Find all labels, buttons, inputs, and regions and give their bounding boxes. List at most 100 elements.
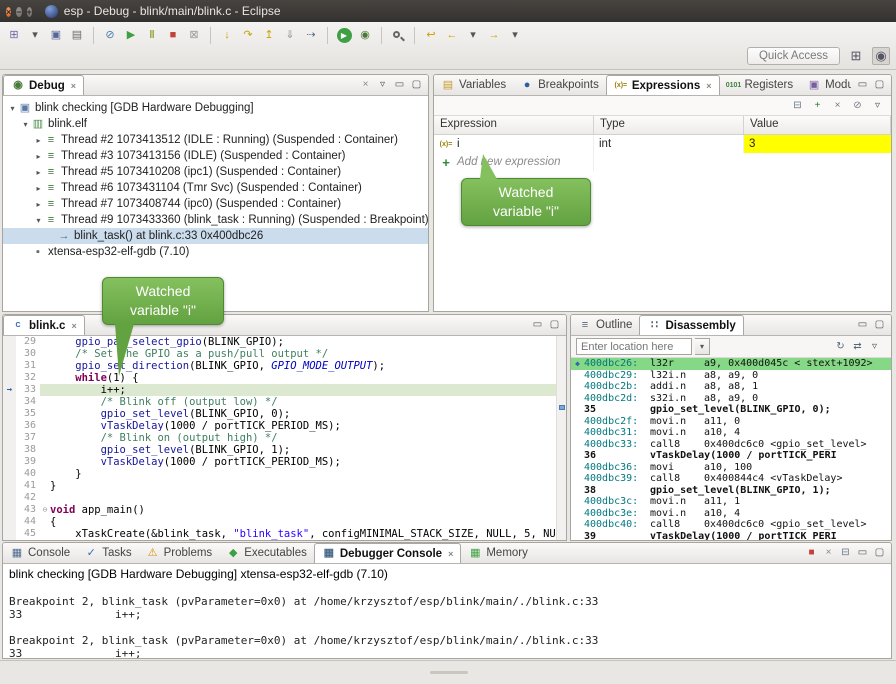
code-line[interactable]: 42 [3,492,556,504]
window-close-button[interactable]: × [6,7,11,17]
debug-tree-item[interactable]: ▸≡Thread #7 1073408744 (ipc0) (Suspended… [3,196,428,212]
disassembly-line[interactable]: 400dbc3e:movi.na10, 4 [571,508,891,520]
window-maximize-button[interactable]: + [27,7,32,17]
code-line[interactable]: 31 gpio_set_direction(BLINK_GPIO, GPIO_M… [3,360,556,372]
expression-row[interactable]: (x)=iint3 [434,135,891,153]
collapse-all-icon[interactable]: ⊟ [791,101,804,111]
minimize-icon[interactable]: ▭ [856,80,869,90]
minimize-icon[interactable]: ▭ [856,548,869,558]
debug-tree-item[interactable]: ▾▣blink checking [GDB Hardware Debugging… [3,100,428,116]
location-input[interactable] [576,338,692,355]
forward-dropdown-button[interactable]: ▾ [505,25,525,46]
quick-access-button[interactable]: Quick Access [747,47,840,65]
open-perspective-icon[interactable]: ⊞ [847,48,865,64]
last-edit-location-button[interactable]: ↩ [421,25,441,46]
disassembly-line[interactable]: 35gpio_set_level(BLINK_GPIO, 0); [571,404,891,416]
code-line[interactable]: 41} [3,480,556,492]
resume-button[interactable]: ▶ [121,25,141,46]
maximize-icon[interactable]: ▢ [548,320,561,330]
tab-close-icon[interactable]: × [706,81,711,91]
maximize-icon[interactable]: ▢ [873,320,886,330]
tab-executables[interactable]: ◆Executables [219,543,314,563]
remove-launch-icon[interactable]: × [822,548,835,558]
maximize-icon[interactable]: ▢ [410,80,423,90]
refresh-icon[interactable]: ↻ [834,342,847,352]
debug-tree-item[interactable]: ▾≡Thread #9 1073433360 (blink_task : Run… [3,212,428,228]
window-minimize-button[interactable]: − [16,7,21,17]
step-into-button[interactable]: ↓ [217,25,237,46]
code-line[interactable]: 37 /* Blink on (output high) */ [3,432,556,444]
code-line[interactable]: 32 while(1) { [3,372,556,384]
code-line[interactable]: 29 gpio_pad_select_gpio(BLINK_GPIO); [3,336,556,348]
skip-all-breakpoints-button[interactable]: ⊘ [100,25,120,46]
tab-blink-c[interactable]: Cblink.c× [3,315,85,335]
code-line[interactable]: 30 /* Set the GPIO as a push/pull output… [3,348,556,360]
step-over-button[interactable]: ↷ [238,25,258,46]
expand-icon[interactable]: ▸ [33,168,44,177]
code-line[interactable]: 35 gpio_set_level(BLINK_GPIO, 0); [3,408,556,420]
instruction-stepping-button[interactable]: ⇢ [301,25,321,46]
collapse-icon[interactable]: ▾ [7,104,18,113]
debug-tree-item[interactable]: ▸≡Thread #6 1073431104 (Tmr Svc) (Suspen… [3,180,428,196]
code-line[interactable]: →33 i++; [3,384,556,396]
tab-debugger-console[interactable]: ▦Debugger Console× [314,543,462,563]
new-wizard-button[interactable]: ⊞ [4,25,24,46]
debug-tree-item[interactable]: →blink_task() at blink.c:33 0x400dbc26 [3,228,428,244]
remove-selected-icon[interactable]: × [831,101,844,111]
disassembly-line[interactable]: 400dbc3c:movi.na11, 1 [571,496,891,508]
tab-memory[interactable]: ▦Memory [461,543,535,563]
tab-tasks[interactable]: ✓Tasks [77,543,138,563]
step-return-button[interactable]: ↥ [259,25,279,46]
disassembly-line[interactable]: 38gpio_set_level(BLINK_GPIO, 1); [571,485,891,497]
back-dropdown-button[interactable]: ▾ [463,25,483,46]
code-line[interactable]: 36 vTaskDelay(1000 / portTICK_PERIOD_MS)… [3,420,556,432]
debug-tree-item[interactable]: ▾▥blink.elf [3,116,428,132]
debug-tree-item[interactable]: ▸≡Thread #3 1073413156 (IDLE) (Suspended… [3,148,428,164]
fold-collapse-icon[interactable]: ⊖ [40,504,50,516]
suspend-button[interactable]: ‖ [142,25,162,46]
minimize-icon[interactable]: ▭ [856,320,869,330]
disassembly-line[interactable]: 400dbc33:call80x400dc6c0 <gpio_set_level… [571,439,891,451]
forward-button[interactable]: → [484,25,504,46]
tab-disassembly[interactable]: ∷Disassembly [639,315,743,335]
add-expression-icon[interactable]: + [811,101,824,111]
sync-with-active-context-icon[interactable]: ⇄ [851,342,864,352]
expand-icon[interactable]: ▸ [33,136,44,145]
collapse-icon[interactable]: ▾ [20,120,31,129]
code-line[interactable]: 43⊖void app_main() [3,504,556,516]
disassembly-line[interactable]: 400dbc40:call80x400dc6c0 <gpio_set_level… [571,519,891,531]
back-button[interactable]: ← [442,25,462,46]
remove-all-icon[interactable]: ⊘ [851,101,864,111]
tab-close-icon[interactable]: × [71,321,76,331]
minimize-icon[interactable]: ▭ [393,80,406,90]
debug-button[interactable]: ◉ [355,25,375,46]
disassembly-line[interactable]: ◆400dbc26:l32ra9, 0x400d045c < stext+109… [571,358,891,370]
code-line[interactable]: 40 } [3,468,556,480]
add-expression-row[interactable]: +Add new expression [434,153,891,171]
view-menu-icon[interactable]: ▿ [376,80,389,90]
remove-all-terminated-icon[interactable]: × [359,80,372,90]
disassembly-line[interactable]: 400dbc2f:movi.na11, 0 [571,416,891,428]
column-header-type[interactable]: Type [594,116,744,134]
tab-close-icon[interactable]: × [448,549,453,559]
code-line[interactable]: 39 vTaskDelay(1000 / portTICK_PERIOD_MS)… [3,456,556,468]
run-button[interactable]: ▶ [334,25,354,46]
tab-problems[interactable]: ⚠Problems [139,543,220,563]
tab-close-icon[interactable]: × [71,81,76,91]
clear-console-icon[interactable]: ⊟ [839,548,852,558]
minimize-icon[interactable]: ▭ [531,320,544,330]
location-dropdown-icon[interactable]: ▾ [695,338,710,355]
search-button[interactable] [388,25,408,46]
expand-icon[interactable]: ▸ [33,152,44,161]
debug-tree-item[interactable]: ▸≡Thread #2 1073413512 (IDLE : Running) … [3,132,428,148]
disconnect-button[interactable]: ⊠ [184,25,204,46]
collapse-icon[interactable]: ▾ [33,216,44,225]
tab-registers[interactable]: 0101Registers [720,75,801,95]
expand-icon[interactable]: ▸ [33,184,44,193]
new-wizard-dropdown-button[interactable]: ▾ [25,25,45,46]
disassembly-line[interactable]: 400dbc31:movi.na10, 4 [571,427,891,439]
tab-expressions[interactable]: (x)=Expressions× [606,75,720,95]
code-line[interactable]: 34 /* Blink off (output low) */ [3,396,556,408]
tab-modules[interactable]: ▣Modules [800,75,851,95]
terminate-button[interactable]: ■ [163,25,183,46]
